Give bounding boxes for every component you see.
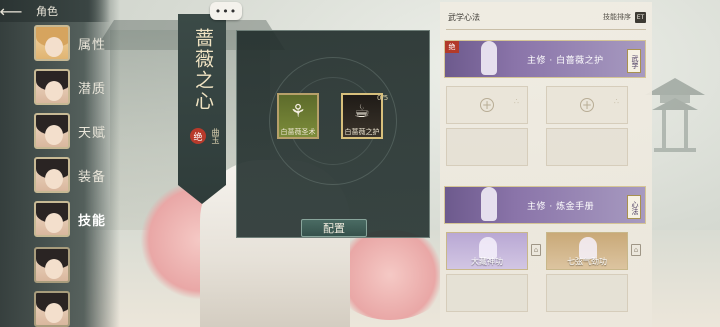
skill-count: 0/5	[377, 94, 389, 102]
page-title: 角色	[36, 5, 58, 18]
school-name: 主修 · 炼金手册	[527, 202, 595, 212]
nav-item-label: 潜质	[77, 81, 106, 97]
skill-label: 七弦气劲功	[567, 257, 607, 266]
nav-item-attributes[interactable]: 属性	[34, 24, 106, 62]
skill-label: 大藏神功	[471, 257, 503, 266]
skill-popup: ⚘ 白蔷薇圣术 ☕ 0/5 白蔷薇之护 配置	[236, 30, 430, 238]
nav-item-label: 技能	[77, 213, 106, 229]
avatar	[34, 69, 70, 105]
nav-item-skills[interactable]: 技能	[34, 200, 106, 238]
nav-item-label: 天赋	[77, 125, 106, 141]
topbar: ⟵ 角色	[0, 0, 110, 22]
divider	[446, 29, 646, 30]
avatar	[34, 113, 70, 149]
empty-slot	[546, 274, 628, 312]
nav-item-label: 装备	[77, 169, 106, 185]
add-skill-slot[interactable]: + ∴	[446, 86, 528, 124]
add-skill-slot[interactable]: + ∴	[546, 86, 628, 124]
avatar	[34, 291, 70, 327]
skill-label: 白蔷薇之护	[344, 128, 380, 136]
school-emblem-icon	[471, 183, 507, 227]
skill-slot[interactable]: 七弦气劲功	[546, 232, 628, 270]
skill-figure-icon: ⚘	[289, 101, 307, 122]
panel-title: 武学心法	[448, 12, 480, 22]
nav-item-talent[interactable]: 天赋	[34, 112, 106, 150]
nav-item-character[interactable]	[34, 290, 106, 327]
nav-item-character[interactable]	[34, 246, 106, 284]
trash-icon[interactable]: ⌂	[531, 244, 541, 256]
skill-label: 白蔷薇圣术	[280, 128, 316, 136]
decorative-dots-icon: ∴	[613, 97, 619, 106]
sort-icon: ET	[635, 11, 646, 23]
school-tag: 绝	[445, 41, 459, 53]
school-emblem-icon	[471, 37, 507, 81]
nav-item-label: 属性	[77, 37, 106, 53]
empty-slot	[446, 128, 528, 166]
plus-icon: +	[480, 98, 494, 112]
panel-header: 武学心法 技能排序 ET	[448, 9, 646, 25]
back-arrow-icon[interactable]: ⟵	[0, 0, 22, 22]
empty-slot	[446, 274, 528, 312]
empty-slot	[546, 128, 628, 166]
decorative-dots-icon: ∴	[513, 97, 519, 106]
banner-subtitle: 曲玉	[211, 128, 220, 144]
avatar	[34, 157, 70, 193]
school-card-martial[interactable]: 绝 主修 · 白蔷薇之护 武学	[444, 40, 646, 78]
avatar	[34, 247, 70, 283]
skill-slot[interactable]: 大藏神功	[446, 232, 528, 270]
avatar	[34, 25, 70, 61]
avatar	[34, 201, 70, 237]
school-name: 主修 · 白蔷薇之护	[527, 56, 604, 66]
nav-item-equipment[interactable]: 装备	[34, 156, 106, 194]
nav-item-potential[interactable]: 潜质	[34, 68, 106, 106]
config-button[interactable]: 配置	[301, 219, 367, 237]
skill-cauldron-icon: ☕	[353, 101, 371, 122]
sort-button[interactable]: 技能排序 ET	[603, 11, 646, 23]
chat-bubble[interactable]: •••	[210, 2, 242, 20]
sort-label: 技能排序	[603, 13, 631, 21]
school-type: 武学	[627, 49, 641, 73]
banner-title: 蔷薇之心	[192, 28, 214, 112]
banner-badge: 绝	[190, 128, 206, 144]
trash-icon[interactable]: ⌂	[631, 244, 641, 256]
plus-icon: +	[580, 98, 594, 112]
school-type: 心法	[627, 195, 641, 219]
school-card-mind[interactable]: 主修 · 炼金手册 心法	[444, 186, 646, 224]
